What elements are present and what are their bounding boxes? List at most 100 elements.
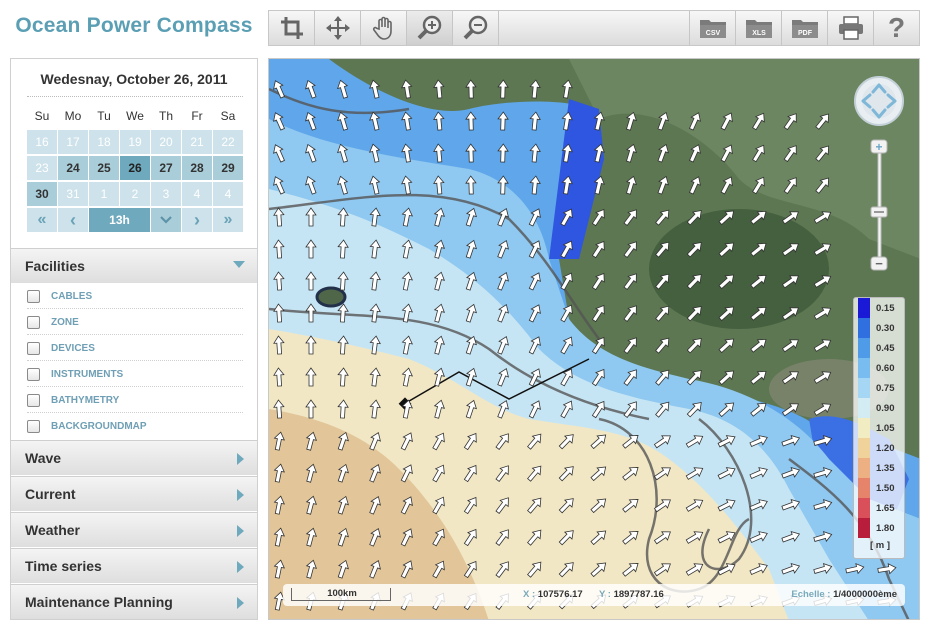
zoom-slider[interactable]: + −: [870, 139, 888, 279]
calendar-grid: Su Mo Tu We Th Fr Sa 16 17 18 19 20 21 2…: [27, 104, 245, 234]
hour-dropdown-button[interactable]: [151, 208, 182, 233]
accordion-facilities[interactable]: Facilities: [11, 248, 257, 283]
accordion-wave[interactable]: Wave: [11, 440, 257, 475]
facility-item-instruments[interactable]: INSTRUMENTS: [11, 361, 257, 387]
calendar-week-row: 30 31 1 2 3 4 4: [27, 182, 245, 208]
checkbox[interactable]: [27, 289, 40, 303]
legend-value: 1.05: [876, 422, 895, 434]
accordion-maintenance-planning[interactable]: Maintenance Planning: [11, 584, 257, 619]
checkbox[interactable]: [27, 341, 40, 355]
facility-item-cables[interactable]: CABLES: [11, 283, 257, 309]
calendar-day: 17: [58, 130, 89, 155]
chevron-down-icon: [160, 216, 172, 224]
export-xls-button[interactable]: XLS: [735, 11, 781, 45]
calendar-day: 2: [120, 182, 151, 207]
map-status-bar: 100km X : 107576.17 Y : 1897787.16 Echel…: [283, 584, 905, 606]
accordion-label: Time series: [25, 558, 102, 574]
facility-label: BATHYMETRY: [51, 394, 120, 406]
weekday-label: Su: [27, 104, 58, 129]
calendar-day[interactable]: 27: [151, 156, 182, 181]
facility-item-devices[interactable]: DEVICES: [11, 335, 257, 361]
chevron-right-icon: [237, 561, 244, 573]
legend-swatch: [858, 378, 870, 398]
calendar-day: 20: [151, 130, 182, 155]
facility-item-backgroundmap[interactable]: BACKGROUNDMAP: [11, 413, 257, 439]
legend-row: 1.20: [858, 438, 902, 458]
pan-button[interactable]: [315, 11, 361, 45]
legend-value: 0.15: [876, 302, 895, 314]
calendar-day[interactable]: 30: [27, 182, 58, 207]
export-pdf-button[interactable]: PDF: [781, 11, 827, 45]
coordinate-x-value: 107576.17: [537, 589, 583, 600]
pan-arrows-icon: [854, 76, 904, 126]
toolbar: CSV XLS PDF ?: [268, 10, 920, 46]
chevron-right-icon: [237, 489, 244, 501]
zoom-out-button[interactable]: [453, 11, 499, 45]
facility-label: ZONE: [51, 316, 79, 328]
legend-swatch: [858, 478, 870, 498]
zoom-in-button[interactable]: [407, 11, 453, 45]
print-button[interactable]: [827, 11, 873, 45]
facility-item-zone[interactable]: ZONE: [11, 309, 257, 335]
hand-button[interactable]: [361, 11, 407, 45]
calendar: Wedesnay, October 26, 2011 Su Mo Tu We T…: [11, 59, 257, 247]
facility-label: INSTRUMENTS: [51, 368, 124, 380]
calendar-day[interactable]: 29: [213, 156, 244, 181]
legend-swatch: [858, 498, 870, 518]
crop-icon: [280, 17, 303, 39]
legend-row: 0.45: [858, 338, 902, 358]
legend-value: 0.30: [876, 322, 895, 334]
legend-row: 1.05: [858, 418, 902, 438]
calendar-week-row: 16 17 18 19 20 21 22: [27, 130, 245, 156]
accordion-weather[interactable]: Weather: [11, 512, 257, 547]
pan-control[interactable]: [853, 75, 905, 127]
legend-value: 0.60: [876, 362, 895, 374]
first-day-button[interactable]: «: [27, 208, 58, 233]
calendar-day: 3: [151, 182, 182, 207]
facility-item-bathymetry[interactable]: BATHYMETRY: [11, 387, 257, 413]
calendar-day[interactable]: 24: [58, 156, 89, 181]
legend-value: 1.65: [876, 502, 895, 514]
help-icon: ?: [887, 12, 906, 43]
accordion-label: Facilities: [25, 258, 85, 274]
svg-text:PDF: PDF: [798, 30, 813, 37]
facility-label: BACKGROUNDMAP: [51, 420, 147, 432]
legend-value: 1.35: [876, 462, 895, 474]
accordion-current[interactable]: Current: [11, 476, 257, 511]
scale-bar: 100km: [291, 588, 391, 601]
calendar-day: 23: [27, 156, 58, 181]
checkbox[interactable]: [27, 315, 40, 329]
checkbox[interactable]: [27, 419, 40, 433]
calendar-weekday-row: Su Mo Tu We Th Fr Sa: [27, 104, 245, 130]
calendar-day[interactable]: 25: [89, 156, 120, 181]
legend-swatch: [858, 458, 870, 478]
calendar-day[interactable]: 28: [182, 156, 213, 181]
calendar-day-selected[interactable]: 26: [120, 156, 151, 181]
map-canvas[interactable]: + − 0.15 0.30 0.45 0.60 0.75 0.90 1.05 1.20 1.35…: [268, 58, 920, 620]
printer-icon: [838, 16, 863, 40]
svg-text:CSV: CSV: [705, 30, 720, 37]
export-csv-button[interactable]: CSV: [689, 11, 735, 45]
checkbox[interactable]: [27, 367, 40, 381]
sidebar: Wedesnay, October 26, 2011 Su Mo Tu We T…: [10, 58, 258, 620]
calendar-day: 22: [213, 130, 244, 155]
next-day-button[interactable]: ›: [182, 208, 213, 233]
help-button[interactable]: ?: [873, 11, 919, 45]
legend-swatch: [858, 518, 870, 538]
calendar-day: 4: [213, 182, 244, 207]
folder-csv-icon: CSV: [699, 20, 726, 38]
chevron-right-icon: [237, 453, 244, 465]
legend-value: 1.20: [876, 442, 895, 454]
accordion-label: Wave: [25, 450, 62, 466]
accordion-time-series[interactable]: Time series: [11, 548, 257, 583]
accordion-label: Weather: [25, 522, 80, 538]
checkbox[interactable]: [27, 393, 40, 407]
prev-day-button[interactable]: ‹: [58, 208, 89, 233]
scale-ratio-label: Echelle :: [791, 589, 831, 600]
facility-label: DEVICES: [51, 342, 95, 354]
last-day-button[interactable]: »: [213, 208, 244, 233]
facility-label: CABLES: [51, 290, 93, 302]
wave-height-legend: 0.15 0.30 0.45 0.60 0.75 0.90 1.05 1.20 1.35 1.50…: [853, 297, 905, 559]
crop-button[interactable]: [269, 11, 315, 45]
weekday-label: Mo: [58, 104, 89, 129]
